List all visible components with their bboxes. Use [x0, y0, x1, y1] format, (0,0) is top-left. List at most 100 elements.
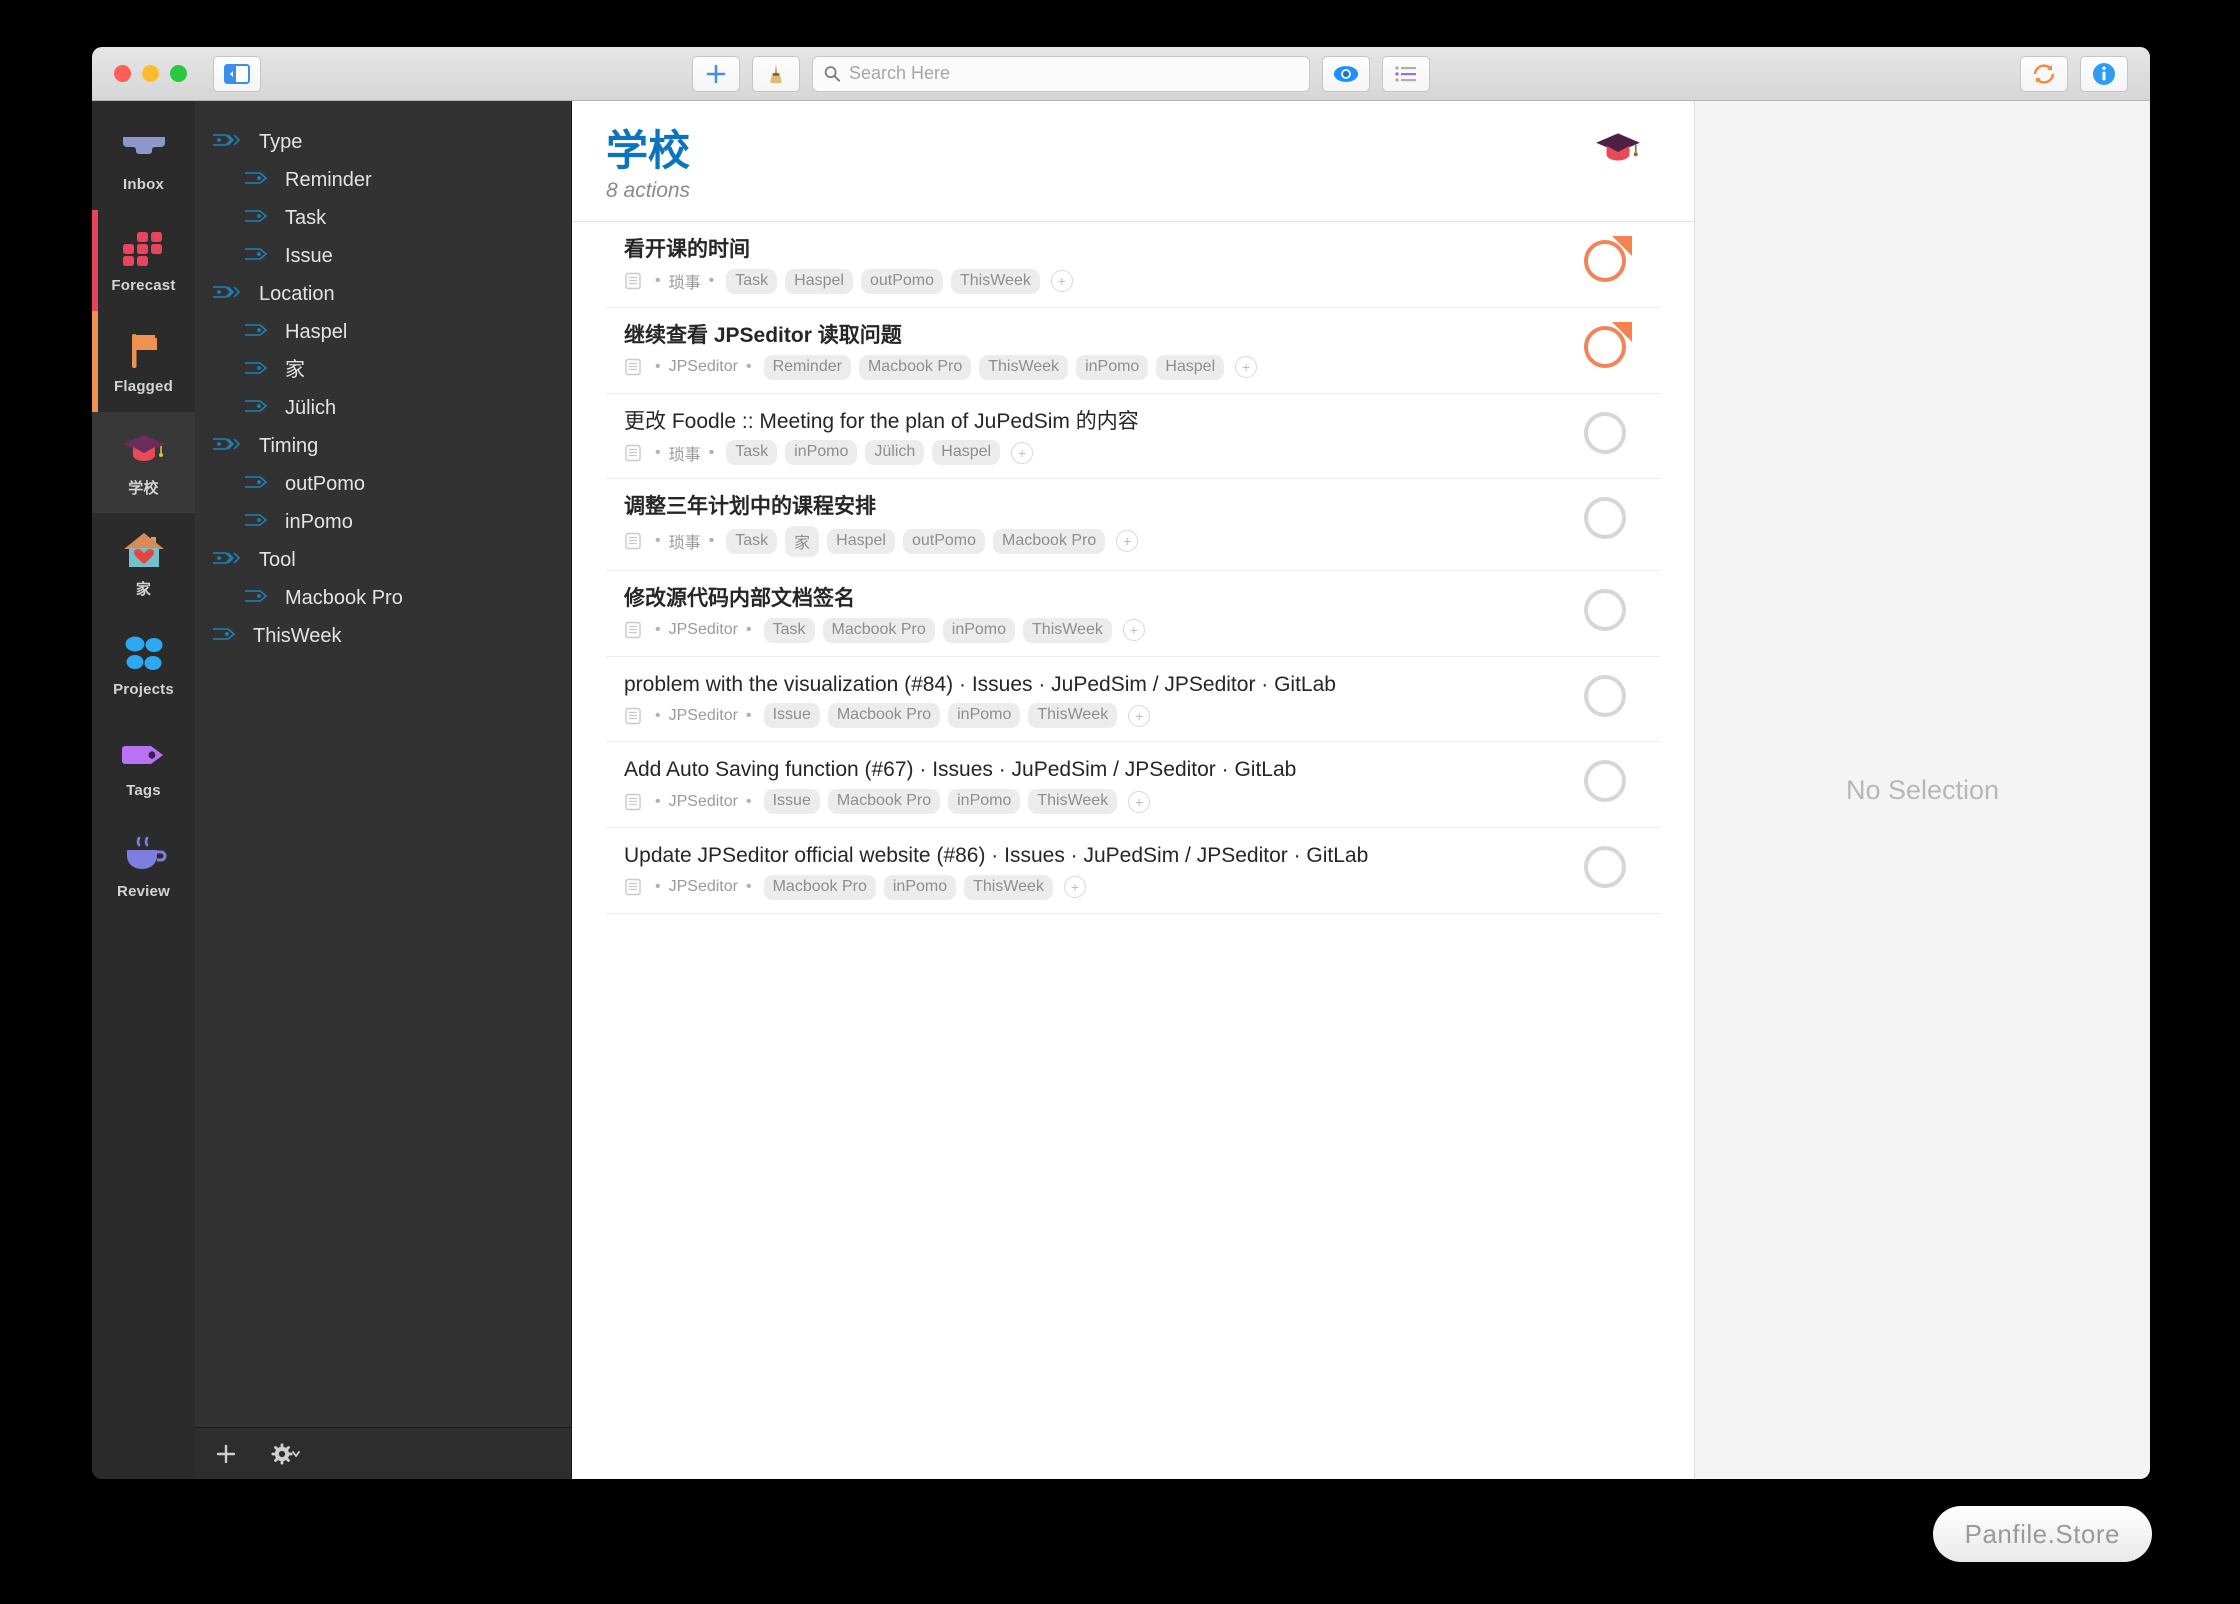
task-tag-chip[interactable]: Macbook Pro: [827, 703, 941, 729]
task-tag-chip[interactable]: ThisWeek: [1023, 617, 1112, 643]
tag-item-reminder[interactable]: Reminder: [195, 161, 571, 199]
task-tag-chip[interactable]: Jülich: [865, 440, 925, 466]
task-row[interactable]: problem with the visualization (#84) · I…: [606, 657, 1660, 743]
project-name[interactable]: 琐事: [669, 269, 701, 293]
tag-group-location[interactable]: Location: [195, 275, 571, 313]
task-tag-chip[interactable]: Issue: [763, 703, 820, 729]
tag-item-thisweek[interactable]: ThisWeek: [195, 617, 571, 655]
task-tag-chip[interactable]: Haspel: [1156, 354, 1225, 380]
complete-circle-icon[interactable]: [1584, 497, 1626, 540]
task-tag-chip[interactable]: Macbook Pro: [993, 528, 1106, 554]
task-row[interactable]: 调整三年计划中的课程安排 • 琐事 • Task 家 Haspel outPomo Macboo…: [606, 479, 1660, 571]
task-row[interactable]: 看开课的时间 • 琐事 • Task Haspel outPomo ThisWeek +: [606, 222, 1660, 308]
sidebar-item-inbox[interactable]: Inbox: [92, 109, 195, 210]
add-tag-button[interactable]: +: [1063, 876, 1086, 899]
add-tag-button[interactable]: +: [1235, 356, 1258, 379]
task-status-control[interactable]: [1550, 585, 1660, 631]
task-tag-chip[interactable]: ThisWeek: [951, 268, 1040, 294]
task-tag-chip[interactable]: Haspel: [827, 528, 895, 554]
add-tag-button[interactable]: +: [1116, 530, 1139, 553]
task-tag-chip[interactable]: Issue: [763, 789, 820, 815]
project-name[interactable]: JPSeditor: [669, 358, 738, 376]
layout-list-button[interactable]: [1382, 55, 1430, 92]
tag-item-inpomo[interactable]: inPomo: [195, 503, 571, 541]
project-name[interactable]: JPSeditor: [669, 793, 738, 811]
task-row[interactable]: 更改 Foodle :: Meeting for the plan of JuP…: [606, 394, 1660, 480]
tag-item-julich[interactable]: Jülich: [195, 389, 571, 427]
task-tag-chip[interactable]: Haspel: [785, 268, 853, 294]
close-window-button[interactable]: [114, 65, 131, 82]
tag-item-home[interactable]: 家: [195, 351, 571, 389]
sidebar-item-projects[interactable]: Projects: [92, 614, 195, 715]
task-status-control[interactable]: [1550, 321, 1660, 368]
sidebar-item-flagged[interactable]: Flagged: [92, 311, 195, 412]
add-tag-button[interactable]: +: [1122, 619, 1145, 642]
sidebar-item-home[interactable]: 家: [92, 513, 195, 614]
task-tag-chip[interactable]: inPomo: [942, 617, 1016, 643]
project-name[interactable]: 琐事: [669, 529, 701, 553]
cleanup-button[interactable]: [752, 55, 800, 92]
task-row[interactable]: Add Auto Saving function (#67) · Issues …: [606, 742, 1660, 829]
task-status-control[interactable]: [1550, 493, 1660, 540]
task-tag-chip[interactable]: ThisWeek: [1028, 789, 1118, 815]
task-row[interactable]: 继续查看 JPSeditor 读取问题 • JPSeditor • Reminder Ma…: [606, 308, 1660, 394]
add-item-button[interactable]: [692, 55, 740, 92]
add-tag-button[interactable]: [215, 1443, 237, 1465]
search-input[interactable]: [848, 63, 1299, 84]
task-tag-chip[interactable]: inPomo: [948, 789, 1021, 815]
complete-circle-icon[interactable]: [1584, 760, 1626, 803]
task-tag-chip[interactable]: Task: [763, 617, 815, 643]
task-tag-chip[interactable]: Macbook Pro: [763, 874, 876, 900]
sync-button[interactable]: [2020, 55, 2068, 92]
task-row[interactable]: Update JPSeditor official website (#86) …: [606, 828, 1660, 914]
task-status-control[interactable]: [1550, 756, 1660, 803]
project-name[interactable]: JPSeditor: [669, 707, 738, 725]
sidebar-toggle-button[interactable]: [213, 55, 261, 92]
add-tag-button[interactable]: +: [1050, 270, 1073, 293]
sidebar-item-forecast[interactable]: Forecast: [92, 210, 195, 311]
task-tag-chip[interactable]: Task: [726, 440, 778, 466]
project-name[interactable]: JPSeditor: [669, 621, 738, 639]
task-tag-chip[interactable]: outPomo: [860, 268, 943, 294]
complete-circle-icon[interactable]: [1584, 411, 1626, 454]
tag-item-haspel[interactable]: Haspel: [195, 313, 571, 351]
sidebar-item-tags[interactable]: Tags: [92, 715, 195, 816]
task-row[interactable]: 修改源代码内部文档签名 • JPSeditor • Task Macbook Pro inP…: [606, 571, 1660, 657]
task-status-control[interactable]: [1550, 408, 1660, 454]
complete-circle-icon[interactable]: [1584, 588, 1626, 631]
tag-group-type[interactable]: Type: [195, 123, 571, 161]
complete-circle-icon[interactable]: [1584, 674, 1626, 717]
project-name[interactable]: JPSeditor: [669, 878, 738, 896]
complete-circle-icon[interactable]: [1584, 846, 1626, 889]
task-tag-chip[interactable]: Haspel: [932, 440, 1001, 466]
task-tag-chip[interactable]: Macbook Pro: [822, 617, 935, 643]
add-tag-button[interactable]: +: [1128, 704, 1151, 727]
task-tag-chip[interactable]: Macbook Pro: [827, 789, 941, 815]
sidebar-item-school[interactable]: 学校: [92, 412, 195, 513]
minimize-window-button[interactable]: [142, 65, 159, 82]
task-status-control[interactable]: [1550, 671, 1660, 717]
task-status-control[interactable]: [1550, 236, 1660, 283]
add-tag-button[interactable]: +: [1128, 790, 1151, 813]
inspector-info-button[interactable]: [2080, 55, 2128, 92]
tag-group-timing[interactable]: Timing: [195, 427, 571, 465]
view-options-button[interactable]: [1322, 55, 1370, 92]
task-tag-chip[interactable]: Task: [726, 528, 778, 554]
task-tag-chip[interactable]: Macbook Pro: [858, 354, 972, 380]
task-tag-chip[interactable]: Reminder: [763, 354, 851, 380]
task-tag-chip[interactable]: ThisWeek: [1028, 703, 1118, 729]
search-box[interactable]: [812, 55, 1310, 92]
tag-group-tool[interactable]: Tool: [195, 541, 571, 579]
task-tag-chip[interactable]: ThisWeek: [964, 874, 1053, 900]
tag-item-issue[interactable]: Issue: [195, 237, 571, 275]
tag-item-task[interactable]: Task: [195, 199, 571, 237]
add-tag-button[interactable]: +: [1011, 441, 1034, 464]
task-tag-chip[interactable]: inPomo: [948, 703, 1021, 729]
task-tag-chip[interactable]: ThisWeek: [979, 354, 1069, 380]
task-tag-chip[interactable]: inPomo: [785, 440, 858, 466]
task-tag-chip[interactable]: 家: [785, 525, 820, 557]
tag-item-outpomo[interactable]: outPomo: [195, 465, 571, 503]
task-tag-chip[interactable]: Task: [726, 268, 778, 294]
project-name[interactable]: 琐事: [669, 441, 701, 465]
sidebar-item-review[interactable]: Review: [92, 816, 195, 917]
